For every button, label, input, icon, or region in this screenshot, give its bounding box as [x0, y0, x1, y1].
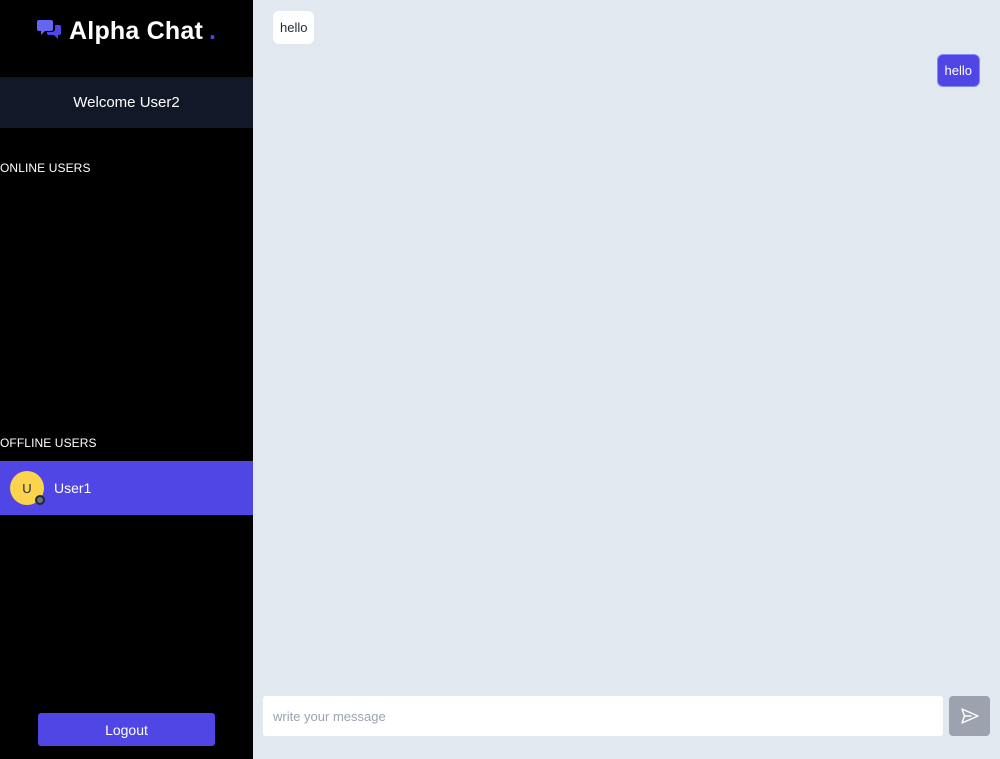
chat-area: hello hello: [253, 0, 1000, 759]
user-name: User1: [54, 480, 92, 496]
online-users-label: ONLINE USERS: [0, 161, 91, 175]
offline-status-icon: [35, 495, 45, 505]
message-text: hello: [944, 63, 972, 78]
message-text: hello: [280, 20, 308, 35]
sidebar: Alpha Chat . Welcome User2 ONLINE USERS …: [0, 0, 253, 759]
send-icon: [960, 708, 979, 724]
message-input[interactable]: [263, 696, 943, 736]
user-list-item[interactable]: U User1: [0, 461, 253, 515]
send-button[interactable]: [949, 696, 990, 736]
incoming-message: hello: [273, 11, 315, 44]
brand-dot: .: [209, 16, 216, 45]
chat-bubbles-icon: [37, 20, 62, 39]
offline-users-label: OFFLINE USERS: [0, 436, 97, 450]
app-title: Alpha Chat: [69, 16, 203, 45]
outgoing-message: hello: [936, 54, 980, 87]
brand-header: Alpha Chat .: [0, 0, 253, 62]
welcome-text: Welcome User2: [73, 94, 180, 111]
avatar-initial: U: [22, 480, 32, 496]
logout-button[interactable]: Logout: [38, 713, 215, 746]
welcome-banner: Welcome User2: [0, 77, 253, 128]
avatar: U: [10, 471, 45, 505]
